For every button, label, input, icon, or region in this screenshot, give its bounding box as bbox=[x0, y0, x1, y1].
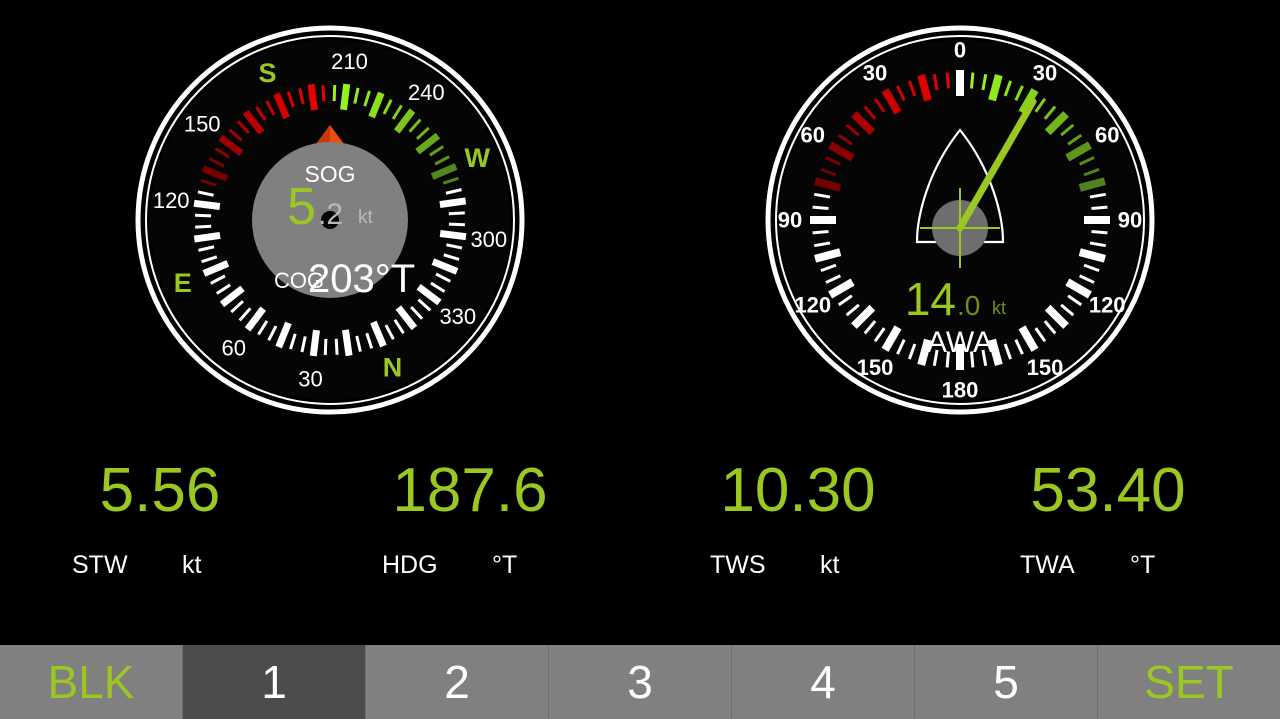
tick-mark bbox=[439, 197, 467, 209]
compass-gauge[interactable]: 210 240 W 300 330 N 30 60 E 120 150 S SOG 5 .2 kt C… bbox=[130, 20, 530, 420]
readout-name: TWS bbox=[710, 551, 766, 579]
readout-name: STW bbox=[72, 551, 128, 579]
ring-label: 150 bbox=[184, 111, 221, 136]
tick-mark bbox=[341, 329, 353, 357]
tick-mark bbox=[1091, 230, 1108, 235]
instrument-display: 210 240 W 300 330 N 30 60 E 120 150 S SOG 5 .2 kt C… bbox=[0, 0, 1280, 719]
readout-name: HDG bbox=[382, 551, 438, 579]
tick-mark bbox=[448, 211, 465, 216]
readout-caption: TWA °T bbox=[948, 551, 1268, 579]
tick-mark bbox=[439, 230, 467, 241]
toolbar-button-label: SET bbox=[1144, 656, 1234, 708]
compass-gauge-svg: 210240W300330N3060E120150S SOG 5 .2 kt C… bbox=[135, 25, 525, 415]
ring-label: 210 bbox=[331, 49, 368, 74]
readout-name: TWA bbox=[1020, 551, 1075, 579]
readout-tws[interactable]: 10.30 TWS kt bbox=[638, 455, 958, 605]
readout-unit: °T bbox=[1130, 551, 1156, 579]
tick-mark bbox=[195, 213, 212, 218]
sog-fraction-value: .2 bbox=[318, 198, 343, 231]
toolbar-button-label: 5 bbox=[993, 656, 1019, 708]
wind-speed-fraction: .0 bbox=[957, 290, 980, 321]
ring-label: 240 bbox=[408, 80, 445, 105]
toolbar-button-5[interactable]: 5 bbox=[915, 645, 1098, 719]
wind-caption: AWA bbox=[927, 326, 993, 359]
readout-caption: STW kt bbox=[0, 551, 320, 579]
tick-mark bbox=[812, 205, 829, 210]
ring-label: 60 bbox=[1095, 123, 1119, 148]
tick-mark bbox=[970, 72, 975, 89]
readout-value: 5.56 bbox=[99, 456, 221, 525]
tick-mark bbox=[1091, 205, 1108, 210]
ring-label: 120 bbox=[153, 188, 190, 213]
ring-label: N bbox=[383, 353, 403, 383]
wind-speed-unit: kt bbox=[992, 298, 1006, 318]
tick-mark bbox=[195, 224, 212, 229]
readout-twa[interactable]: 53.40 TWA °T bbox=[948, 455, 1268, 605]
toolbar-button-blk[interactable]: BLK bbox=[0, 645, 183, 719]
wind-gauge[interactable]: 0 30 60 90 120 150 180 150 120 90 60 30 14 .0 kt AW… bbox=[760, 20, 1160, 420]
toolbar-button-3[interactable]: 3 bbox=[549, 645, 732, 719]
tick-mark bbox=[812, 230, 829, 235]
tick-mark bbox=[193, 231, 221, 243]
ring-label: W bbox=[465, 143, 491, 173]
readout-unit: kt bbox=[182, 551, 202, 579]
ring-label: 180 bbox=[942, 378, 979, 403]
ring-label: S bbox=[258, 58, 276, 88]
ring-label: 90 bbox=[1118, 208, 1142, 233]
tick-mark bbox=[332, 85, 337, 102]
gauge-area: 210 240 W 300 330 N 30 60 E 120 150 S SOG 5 .2 kt C… bbox=[0, 0, 1280, 440]
ring-label: 60 bbox=[221, 336, 245, 361]
readout-unit: kt bbox=[820, 551, 840, 579]
tick-mark bbox=[307, 83, 319, 111]
toolbar-button-label: 3 bbox=[627, 656, 653, 708]
ring-label: 30 bbox=[1033, 61, 1057, 86]
ring-label: 150 bbox=[857, 355, 894, 380]
tick-mark bbox=[340, 83, 351, 111]
ring-label: 30 bbox=[298, 367, 322, 392]
tick-mark bbox=[193, 199, 221, 210]
toolbar-button-2[interactable]: 2 bbox=[366, 645, 549, 719]
readout-stw[interactable]: 5.56 STW kt bbox=[0, 455, 320, 605]
toolbar-button-1[interactable]: 1 bbox=[183, 645, 366, 719]
toolbar-button-4[interactable]: 4 bbox=[732, 645, 915, 719]
tick-mark bbox=[309, 329, 320, 357]
readout-caption: TWS kt bbox=[638, 551, 958, 579]
wind-speed-whole: 14 bbox=[905, 273, 956, 325]
readout-value: 53.40 bbox=[1030, 456, 1186, 525]
ring-label: 0 bbox=[954, 38, 966, 63]
toolbar-button-label: 2 bbox=[444, 656, 470, 708]
cog-value: 203°T bbox=[308, 257, 415, 301]
ring-label: 330 bbox=[439, 304, 476, 329]
readout-hdg[interactable]: 187.6 HDG °T bbox=[310, 455, 630, 605]
sog-whole-value: 5 bbox=[287, 178, 316, 236]
ring-label: 150 bbox=[1027, 355, 1064, 380]
readout-unit: °T bbox=[492, 551, 518, 579]
readout-caption: HDG °T bbox=[310, 551, 630, 579]
ring-label: 90 bbox=[778, 208, 802, 233]
toolbar-button-label: 1 bbox=[261, 656, 287, 708]
wind-gauge-svg: 0 30 60 90 120 150 180 150 120 90 60 30 14 .0 kt AW… bbox=[765, 25, 1155, 415]
tick-mark bbox=[945, 72, 950, 89]
ring-label: E bbox=[174, 268, 192, 298]
tick-mark bbox=[334, 338, 339, 355]
tick-mark bbox=[448, 222, 465, 227]
toolbar-button-label: 4 bbox=[810, 656, 836, 708]
sog-unit: kt bbox=[358, 207, 374, 228]
tick-mark bbox=[323, 338, 328, 355]
readout-value: 10.30 bbox=[720, 456, 876, 525]
ring-label: 120 bbox=[1089, 293, 1126, 318]
bottom-toolbar: BLK 1 2 3 4 5 SET bbox=[0, 645, 1280, 719]
readout-value: 187.6 bbox=[392, 456, 548, 525]
ring-label: 30 bbox=[863, 61, 887, 86]
ring-label: 300 bbox=[470, 227, 507, 252]
toolbar-button-label: BLK bbox=[47, 656, 135, 708]
readout-row: 5.56 STW kt 187.6 HDG °T 10.30 TWS kt 53.40… bbox=[0, 455, 1280, 605]
ring-label: 120 bbox=[794, 293, 831, 318]
ring-label: 60 bbox=[801, 123, 825, 148]
tick-mark bbox=[321, 85, 326, 102]
toolbar-button-set[interactable]: SET bbox=[1098, 645, 1280, 719]
